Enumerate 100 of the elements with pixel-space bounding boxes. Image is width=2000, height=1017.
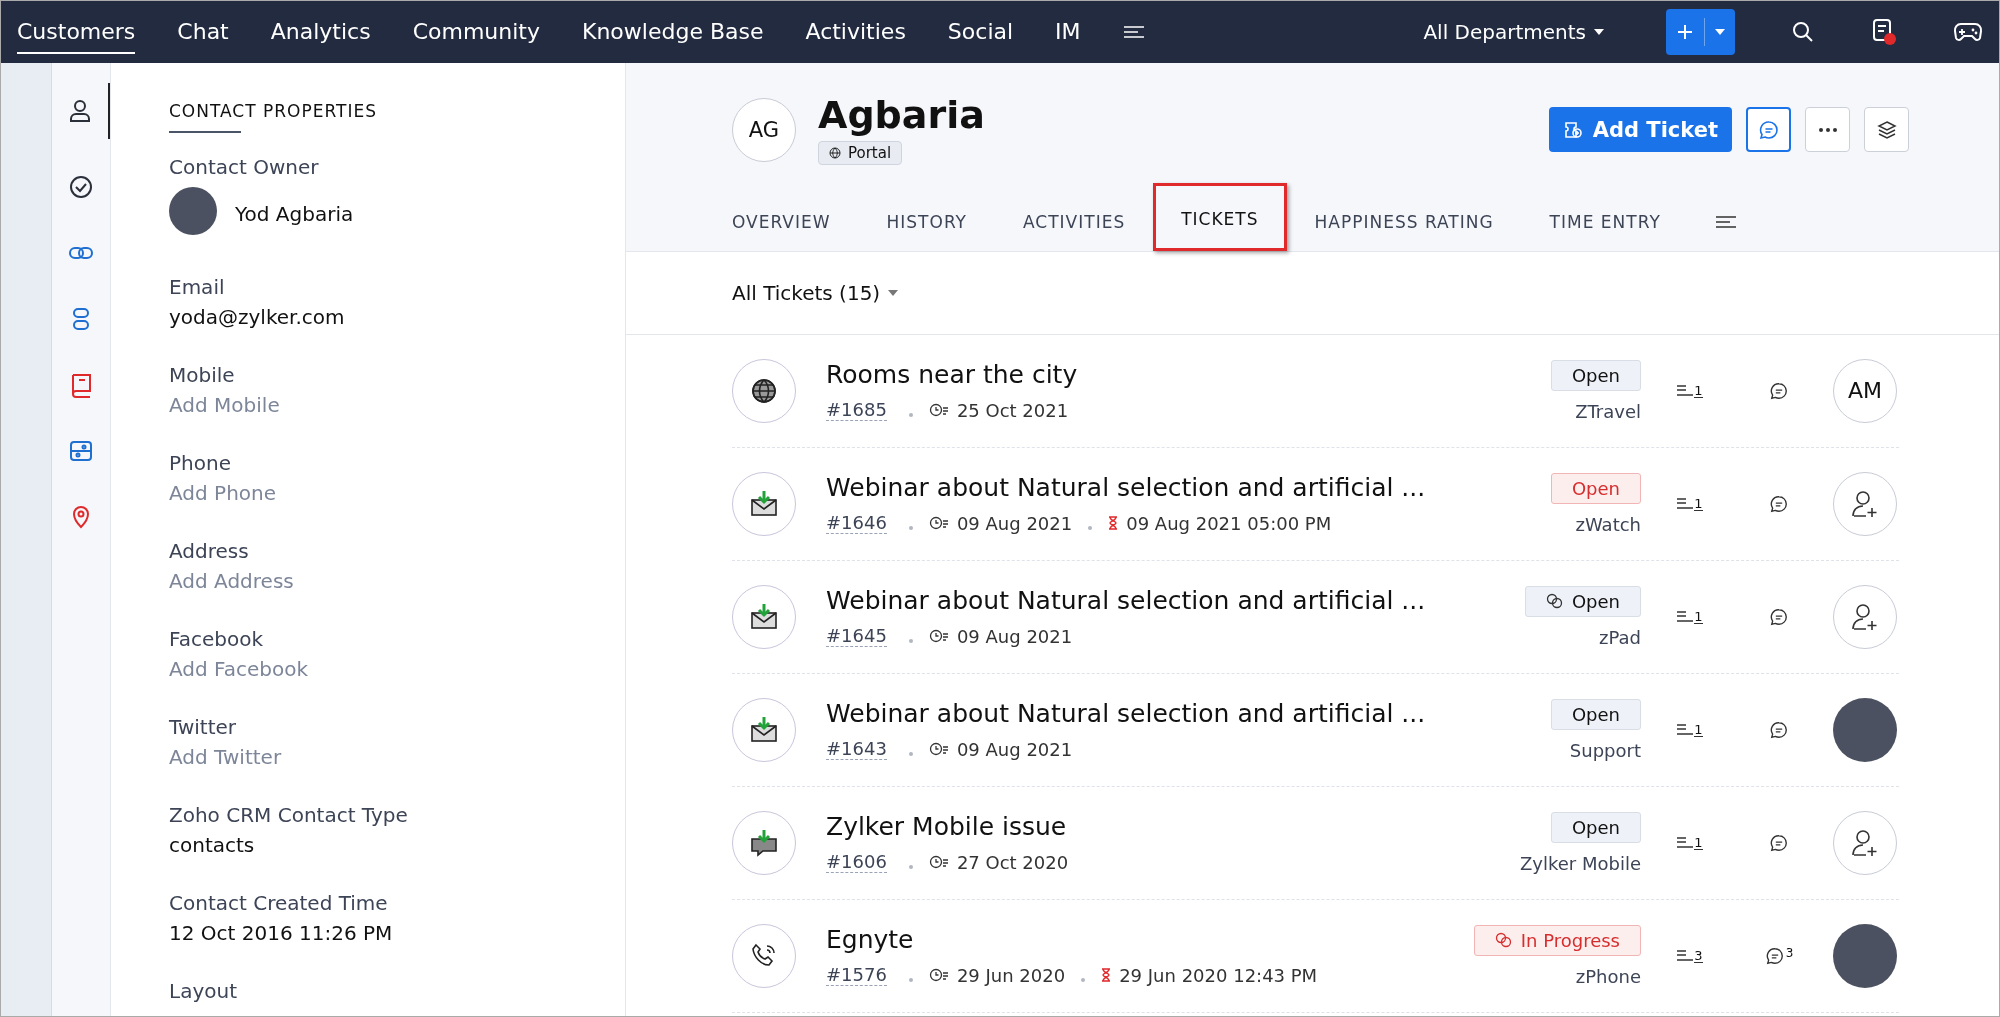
ticket-title[interactable]: Webinar about Natural selection and artificial ... <box>826 473 1437 503</box>
created-date: 29 Jun 2020 <box>956 964 1066 986</box>
add-field-link[interactable]: Add Phone <box>169 481 625 505</box>
ticket-title[interactable]: Webinar about Natural selection and artificial ... <box>826 699 1437 729</box>
status-badge[interactable]: Open <box>1550 698 1641 730</box>
field-label: Address <box>169 539 250 563</box>
field-value: 12 Oct 2016 11:26 PM <box>169 921 394 945</box>
status-badge[interactable]: Open <box>1550 811 1641 843</box>
new-split-button[interactable] <box>1666 9 1735 55</box>
ticket-title[interactable]: Egnyte <box>826 925 1437 955</box>
speech-bubble-icon <box>1769 493 1789 514</box>
tab[interactable]: TIME ENTRY <box>1521 193 1689 250</box>
notification-icon[interactable] <box>1871 18 1897 46</box>
ticket-number[interactable]: #1606 <box>826 851 887 874</box>
department-name: ZTravel <box>1575 400 1641 422</box>
created-date: 09 Aug 2021 <box>956 625 1073 647</box>
field-label: Twitter <box>169 715 238 739</box>
tab[interactable]: OVERVIEW <box>732 193 859 250</box>
add-field-link[interactable]: Add Mobile <box>169 393 625 417</box>
status-badge[interactable]: In Progress <box>1473 924 1641 956</box>
add-ticket-button[interactable]: Add Ticket <box>1548 107 1732 152</box>
menu-icon[interactable] <box>1714 214 1737 229</box>
speech-bubble-icon <box>1769 380 1789 401</box>
nav-tab[interactable]: IM <box>1055 10 1081 54</box>
clock-icon <box>928 516 949 531</box>
field-label: Email <box>169 275 226 299</box>
nav-tab[interactable]: Analytics <box>270 10 371 54</box>
field-label: Phone <box>169 451 232 475</box>
status-icon <box>1545 593 1564 610</box>
status-badge[interactable]: Open <box>1550 472 1641 504</box>
menu-icon[interactable] <box>1122 25 1145 39</box>
thread-count[interactable]: 3 <box>1655 948 1725 963</box>
add-field-link[interactable]: Add Address <box>169 569 625 593</box>
thread-count[interactable]: 1 <box>1655 496 1725 511</box>
search-icon[interactable] <box>1791 20 1815 44</box>
tab[interactable]: HAPPINESS RATING <box>1286 193 1522 250</box>
thread-count[interactable]: 1 <box>1655 609 1725 624</box>
status-badge[interactable]: Open <box>1550 359 1641 391</box>
ticket-number[interactable]: #1576 <box>826 964 887 987</box>
nav-tab[interactable]: Knowledge Base <box>582 10 764 54</box>
nav-tab[interactable]: Chat <box>177 10 229 54</box>
department-dropdown[interactable]: All Departments <box>1417 19 1610 45</box>
created-date: 27 Oct 2020 <box>956 851 1069 873</box>
department-name: zPad <box>1599 626 1641 648</box>
ticket-filter-dropdown[interactable]: All Tickets (15) <box>732 280 899 305</box>
status-icon <box>1494 932 1513 949</box>
speech-bubble-icon <box>1769 832 1789 853</box>
tab[interactable]: ACTIVITIES <box>995 193 1154 250</box>
layers-icon <box>1876 119 1897 140</box>
assignee-avatar[interactable]: AM <box>1833 358 1897 423</box>
ticket-number[interactable]: #1645 <box>826 625 887 648</box>
field-label: Mobile <box>169 363 236 387</box>
due-date: 09 Aug 2021 05:00 PM <box>1126 512 1332 534</box>
lines-icon <box>1677 383 1694 396</box>
field-label: Zoho CRM Contact Type <box>169 803 409 827</box>
ticket-title[interactable]: Webinar about Natural selection and artificial ... <box>826 586 1437 616</box>
lines-icon <box>1677 948 1694 961</box>
chat-button[interactable] <box>1746 107 1791 152</box>
ticket-add-icon <box>1562 119 1583 140</box>
ticket-number[interactable]: #1685 <box>826 399 887 422</box>
field-label: Contact Owner <box>169 155 320 179</box>
nav-tab[interactable]: Community <box>412 10 540 54</box>
hourglass-icon <box>1101 968 1112 983</box>
department-name: Support <box>1569 739 1641 761</box>
ticket-number[interactable]: #1646 <box>826 512 887 535</box>
clock-icon <box>928 742 949 757</box>
lines-icon <box>1677 609 1694 622</box>
due-date: 29 Jun 2020 12:43 PM <box>1119 964 1318 986</box>
ticket-number[interactable]: #1643 <box>826 738 887 761</box>
tab[interactable]: HISTORY <box>858 193 995 250</box>
clock-icon <box>928 968 949 983</box>
gamepad-icon[interactable] <box>1953 21 1983 43</box>
card-icon <box>68 438 94 464</box>
thread-count[interactable]: 1 <box>1655 722 1725 737</box>
contact-avatar: AG <box>732 97 796 162</box>
portal-badge: Portal <box>818 140 903 165</box>
comment-count[interactable]: 3 <box>1739 945 1819 966</box>
thread-count[interactable]: 1 <box>1655 383 1725 398</box>
layers-button[interactable] <box>1864 107 1909 152</box>
ticket-title[interactable]: Rooms near the city <box>826 360 1437 390</box>
field-value: yoda@zylker.com <box>169 305 346 329</box>
add-person-icon <box>1850 488 1880 519</box>
add-field-link[interactable]: Add Facebook <box>169 657 625 681</box>
nav-tab[interactable]: Customers <box>17 10 136 54</box>
more-icon <box>1817 126 1838 133</box>
department-name: zPhone <box>1575 965 1641 987</box>
created-date: 25 Oct 2021 <box>956 399 1069 421</box>
status-badge[interactable]: Open <box>1524 585 1641 617</box>
plus-icon <box>1676 23 1694 41</box>
thread-count[interactable]: 1 <box>1655 835 1725 850</box>
nav-tab[interactable]: Activities <box>805 10 906 54</box>
clock-icon <box>928 855 949 870</box>
add-field-link[interactable]: Add Twitter <box>169 745 625 769</box>
nav-tab[interactable]: Social <box>947 10 1014 54</box>
hourglass-icon <box>1108 516 1119 531</box>
field-label: Layout <box>169 979 238 1003</box>
ticket-title[interactable]: Zylker Mobile issue <box>826 812 1437 842</box>
speech-bubble-icon <box>1757 118 1780 141</box>
tab[interactable]: TICKETS <box>1153 182 1287 251</box>
globe-icon <box>829 146 841 159</box>
